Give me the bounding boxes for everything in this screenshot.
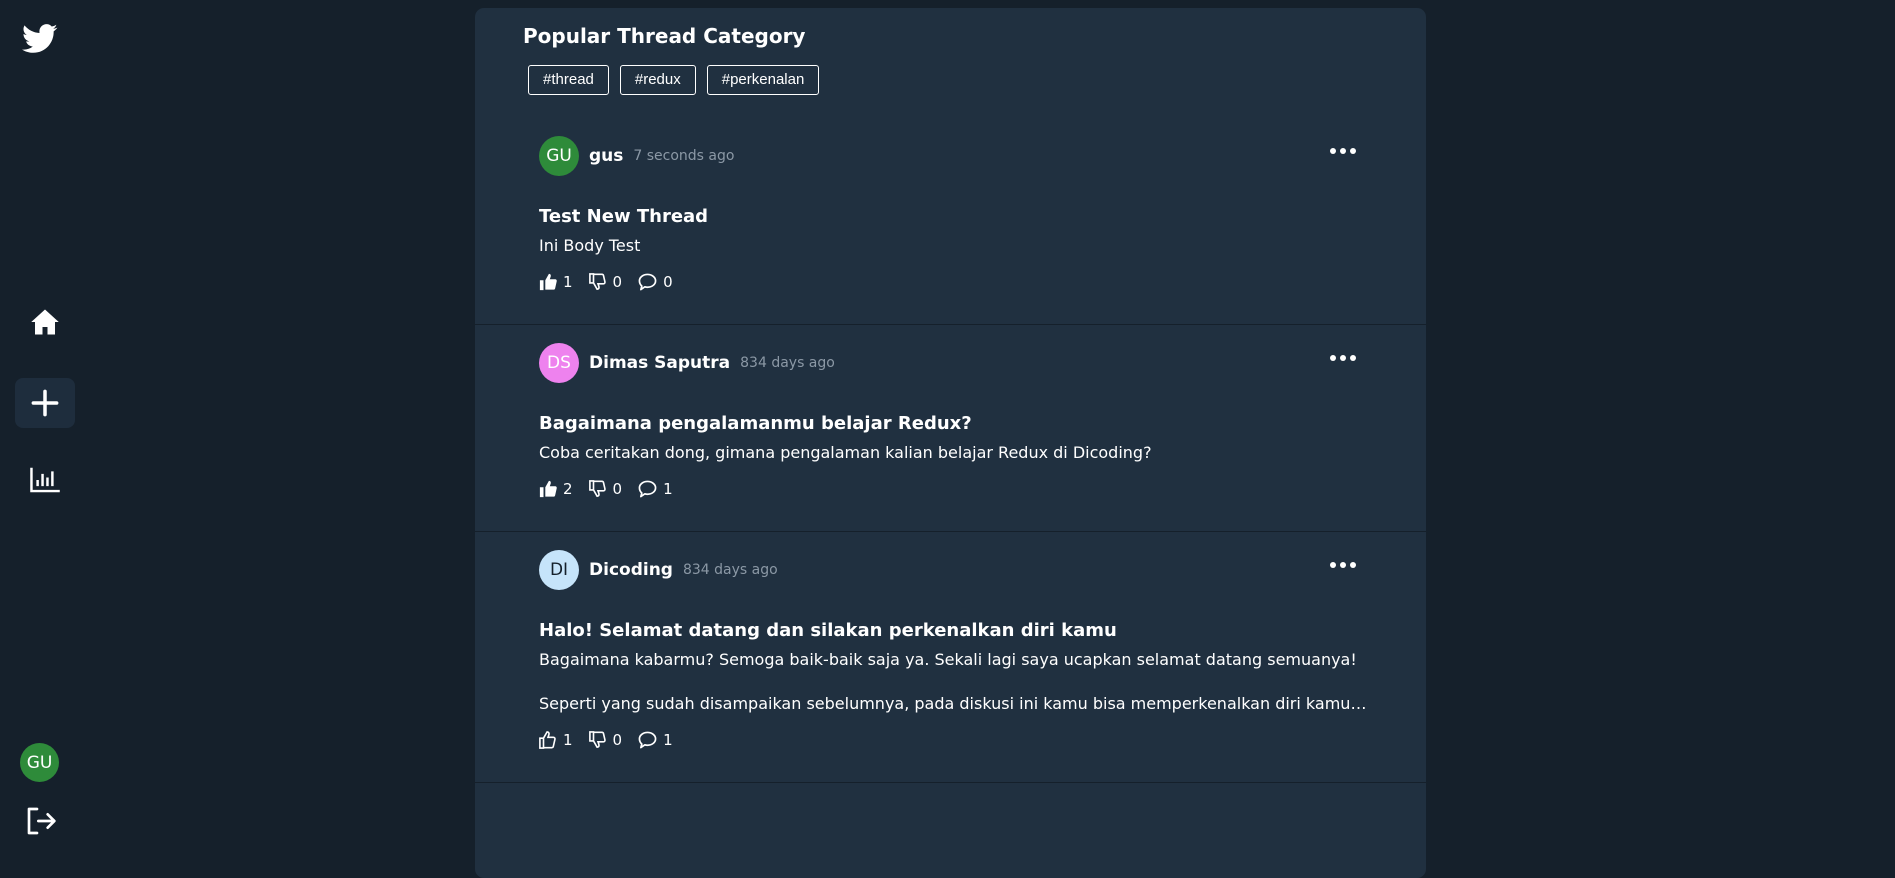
upvote-count: 1: [563, 731, 573, 749]
category-tag-thread[interactable]: #thread: [528, 65, 609, 95]
thread-body-paragraph: Coba ceritakan dong, gimana pengalaman k…: [539, 443, 1152, 462]
owner-avatar: DI: [539, 550, 579, 590]
more-options-button[interactable]: [1326, 558, 1360, 572]
downvote-count: 0: [612, 480, 623, 498]
user-avatar-initials: GU: [26, 752, 53, 773]
comment-bubble-icon: [638, 480, 657, 498]
comment-count: 1: [663, 480, 673, 498]
nav-home-button[interactable]: [22, 300, 68, 344]
created-time: 7 seconds ago: [633, 148, 735, 164]
thread-title[interactable]: Test New Thread: [539, 206, 708, 227]
thread-actions: 2 0 1: [539, 480, 673, 498]
thread-body: Ini Body Test: [539, 232, 1369, 259]
thumbs-down-outline-icon: [588, 273, 606, 291]
thread-body-paragraph: Bagaimana kabarmu? Semoga baik-baik saja…: [539, 650, 1357, 669]
category-tag-perkenalan[interactable]: #perkenalan: [706, 65, 820, 95]
owner-initials: GU: [546, 146, 572, 166]
category-tag-redux[interactable]: #redux: [619, 65, 696, 95]
thread-header: DS Dimas Saputra 834 days ago: [539, 343, 835, 383]
upvote-button[interactable]: 1: [539, 273, 573, 291]
owner-name: Dicoding: [589, 560, 673, 580]
thread-body: Coba ceritakan dong, gimana pengalaman k…: [539, 439, 1369, 466]
user-avatar[interactable]: GU: [20, 743, 59, 782]
comment-count: 1: [663, 731, 673, 749]
logout-icon: [27, 807, 56, 835]
sidebar: GU: [0, 0, 90, 862]
popular-category-title: Popular Thread Category: [523, 24, 806, 48]
owner-name: gus: [589, 146, 624, 166]
nav-leaderboards-button[interactable]: [22, 458, 68, 502]
plus-icon: [31, 389, 59, 417]
twitter-bird-icon: [22, 24, 58, 53]
thread-actions: 1 0 0: [539, 273, 673, 291]
owner-initials: DS: [547, 353, 571, 373]
downvote-button[interactable]: 0: [588, 273, 623, 291]
owner-avatar: DS: [539, 343, 579, 383]
thumbs-down-outline-icon: [588, 731, 606, 749]
comment-count: 0: [663, 273, 673, 291]
thread-item: GU gus 7 seconds ago Test New Thread Ini…: [475, 136, 1426, 325]
owner-name: Dimas Saputra: [589, 353, 731, 373]
thread-body: Bagaimana kabarmu? Semoga baik-baik saja…: [539, 646, 1369, 717]
comment-button[interactable]: 0: [638, 273, 673, 291]
more-options-button[interactable]: [1326, 144, 1360, 158]
home-icon: [31, 309, 59, 335]
thread-title[interactable]: Bagaimana pengalamanmu belajar Redux?: [539, 413, 972, 434]
more-options-button[interactable]: [1326, 351, 1360, 365]
comment-bubble-icon: [638, 731, 657, 749]
upvote-count: 2: [563, 480, 573, 498]
logout-button[interactable]: [20, 800, 62, 842]
upvote-button[interactable]: 1: [539, 731, 573, 749]
created-time: 834 days ago: [740, 355, 835, 371]
downvote-count: 0: [612, 731, 623, 749]
comment-button[interactable]: 1: [638, 731, 673, 749]
owner-initials: DI: [549, 560, 569, 580]
thread-header: GU gus 7 seconds ago: [539, 136, 734, 176]
upvote-button[interactable]: 2: [539, 480, 573, 498]
thread-list-panel: Popular Thread Category #thread #redux #…: [475, 8, 1426, 878]
bar-chart-icon: [30, 467, 60, 493]
upvote-count: 1: [563, 273, 573, 291]
thread-header: DI Dicoding 834 days ago: [539, 550, 778, 590]
thread-item: DS Dimas Saputra 834 days ago Bagaimana …: [475, 343, 1426, 532]
thumbs-up-filled-icon: [539, 273, 557, 291]
thread-body-paragraph: Ini Body Test: [539, 236, 641, 255]
created-time: 834 days ago: [682, 562, 778, 578]
comment-bubble-icon: [638, 273, 657, 291]
owner-avatar: GU: [539, 136, 579, 176]
thread-title[interactable]: Halo! Selamat datang dan silakan perkena…: [539, 620, 1117, 641]
thumbs-up-filled-icon: [539, 480, 557, 498]
thread-actions: 1 0 1: [539, 731, 673, 749]
comment-button[interactable]: 1: [638, 480, 673, 498]
thumbs-down-outline-icon: [588, 480, 606, 498]
downvote-count: 0: [612, 273, 623, 291]
thread-item: DI Dicoding 834 days ago Halo! Selamat d…: [475, 550, 1426, 783]
thread-body-paragraph: Seperti yang sudah disampaikan sebelumny…: [539, 694, 1369, 713]
downvote-button[interactable]: 0: [588, 731, 623, 749]
nav-new-thread-button[interactable]: [15, 378, 75, 428]
downvote-button[interactable]: 0: [588, 480, 623, 498]
category-list: #thread #redux #perkenalan: [528, 65, 820, 95]
thumbs-up-outline-icon: [539, 731, 556, 749]
twitter-logo-icon[interactable]: [20, 18, 60, 60]
